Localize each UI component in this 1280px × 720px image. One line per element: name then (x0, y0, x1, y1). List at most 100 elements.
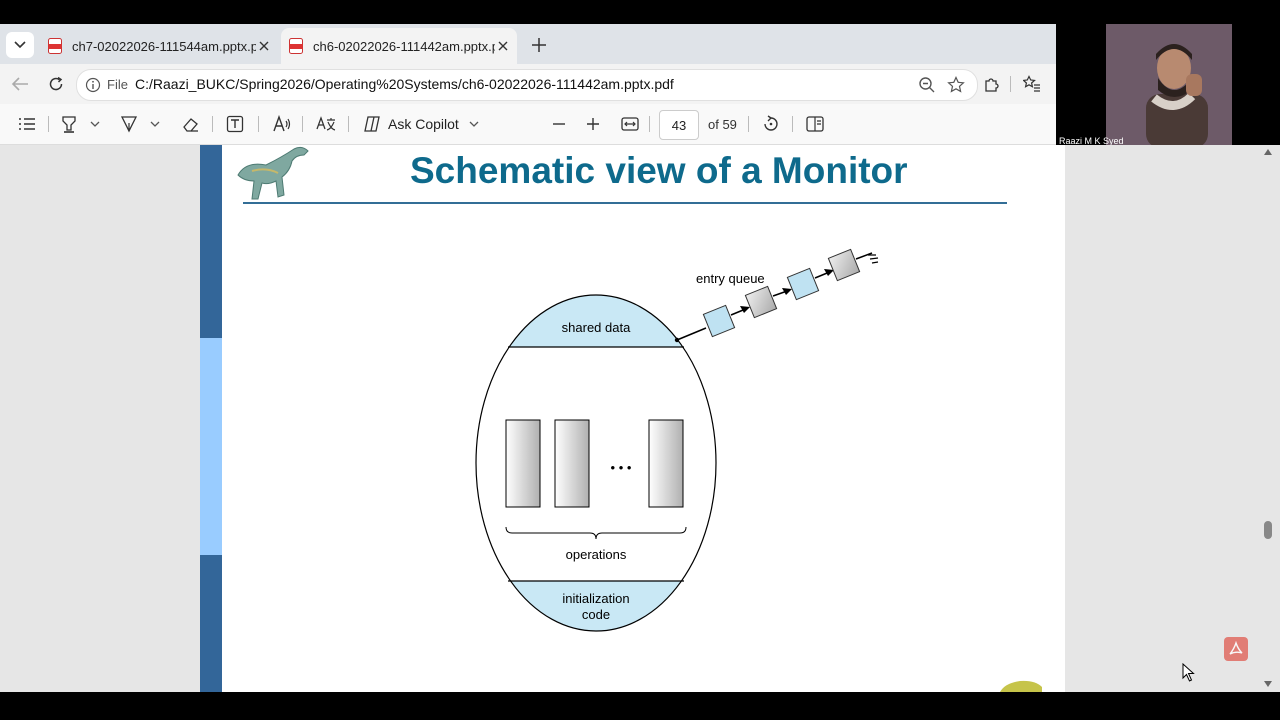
ask-copilot-button[interactable]: Ask Copilot (362, 114, 482, 134)
close-icon (498, 41, 508, 51)
operation-box (505, 419, 541, 508)
operation-box (554, 419, 590, 508)
tab-title: ch7-02022026-111544am.pptx.pdf (72, 38, 256, 54)
chevron-down-icon (469, 121, 479, 127)
monitor-diagram: • • • operations shared data initializat… (475, 248, 1042, 692)
initialization-label: code (582, 607, 610, 622)
plus-icon (532, 38, 546, 52)
operation-box (648, 419, 684, 508)
text-box-icon (226, 115, 244, 133)
highlighter-icon (62, 116, 76, 133)
initialization-label: initialization (562, 591, 629, 606)
info-icon[interactable] (85, 77, 101, 93)
rotate-icon (764, 115, 778, 131)
favorites-list-icon (1023, 75, 1040, 92)
add-text-button[interactable] (224, 114, 246, 134)
queue-process-box (827, 248, 861, 282)
url-text[interactable]: C:/Raazi_BUKC/Spring2026/Operating%20Sys… (135, 76, 674, 92)
arrow-left-icon (11, 77, 28, 91)
scheme-label: File (107, 77, 128, 92)
pdf-file-icon (289, 38, 303, 54)
queue-link (676, 327, 707, 341)
scroll-thumb[interactable] (1264, 521, 1272, 539)
copilot-label: Ask Copilot (388, 116, 459, 132)
pdf-page: Schematic view of a Monitor • • • operat… (200, 145, 1065, 692)
minus-icon (553, 123, 565, 125)
new-tab-button[interactable] (528, 34, 550, 56)
puzzle-icon (985, 78, 999, 92)
fit-width-icon (621, 117, 639, 131)
pdf-toolbar: Ask Copilot 43 of 59 (0, 104, 1056, 145)
chevron-down-icon (14, 41, 26, 49)
tab-actions-button[interactable] (6, 32, 34, 58)
refresh-icon (49, 76, 63, 91)
shared-data-section (476, 295, 716, 347)
zoom-out-button[interactable] (548, 114, 570, 134)
pen-icon (120, 116, 138, 133)
mouse-cursor-icon (1182, 663, 1195, 682)
queue-arrowhead (740, 306, 750, 313)
operations-brace (505, 526, 687, 540)
pdf-viewer[interactable]: Schematic view of a Monitor • • • operat… (0, 145, 1280, 692)
draw-options-button[interactable] (148, 114, 162, 134)
read-aloud-button[interactable] (270, 114, 294, 134)
star-icon (947, 76, 965, 93)
plus-icon (587, 118, 599, 130)
close-tab-button[interactable] (256, 38, 272, 54)
tab-ch7[interactable]: ch7-02022026-111544am.pptx.pdf (40, 28, 278, 64)
copilot-icon (364, 116, 380, 132)
page-number-input[interactable]: 43 (659, 110, 699, 140)
rotate-button[interactable] (760, 114, 782, 134)
highlight-options-button[interactable] (88, 114, 102, 134)
zoom-button[interactable] (917, 75, 937, 95)
fit-to-width-button[interactable] (619, 114, 641, 134)
favorite-button[interactable] (946, 75, 966, 95)
queue-process-box (744, 285, 778, 319)
page-view-button[interactable] (804, 114, 826, 134)
tab-strip: ch7-02022026-111544am.pptx.pdf ch6-02022… (0, 24, 1056, 64)
shared-data-label: shared data (562, 320, 631, 335)
read-aloud-icon (273, 115, 291, 132)
participant-video-image (1146, 44, 1208, 148)
erase-button[interactable] (180, 114, 202, 134)
queue-link (855, 252, 873, 260)
zoom-in-button[interactable] (582, 114, 604, 134)
entry-queue-label: entry queue (696, 271, 765, 286)
extensions-button[interactable] (980, 72, 1004, 96)
queue-arrowhead (824, 269, 834, 276)
tab-title: ch6-02022026-111442am.pptx.pdf (313, 38, 495, 54)
tab-ch6[interactable]: ch6-02022026-111442am.pptx.pdf (281, 28, 517, 64)
draw-button[interactable] (118, 114, 140, 134)
highlight-button[interactable] (58, 114, 80, 134)
screen-top-bar (0, 0, 1280, 24)
close-tab-button[interactable] (495, 38, 511, 54)
back-button[interactable] (8, 72, 32, 96)
scroll-up-button[interactable] (1264, 149, 1272, 155)
video-tile: Raazi M K Syed (1056, 24, 1280, 148)
browser-chrome: ch7-02022026-111544am.pptx.pdf ch6-02022… (0, 24, 1056, 145)
chevron-down-icon (90, 121, 100, 127)
contents-button[interactable] (16, 114, 38, 134)
operations-label: operations (566, 547, 627, 562)
address-bar[interactable]: File C:/Raazi_BUKC/Spring2026/Operating%… (76, 69, 978, 101)
zoom-out-icon (919, 77, 935, 93)
refresh-button[interactable] (44, 72, 68, 96)
list-icon (19, 118, 35, 130)
queue-process-box (786, 267, 820, 301)
translate-button[interactable] (314, 114, 338, 134)
queue-ground-icon (868, 254, 879, 264)
pdf-file-icon (48, 38, 62, 54)
acrobat-icon (1229, 641, 1243, 655)
page-total: of 59 (708, 117, 737, 132)
address-row: File C:/Raazi_BUKC/Spring2026/Operating%… (0, 64, 1056, 104)
acrobat-button[interactable] (1224, 637, 1248, 661)
favorites-button[interactable] (1020, 72, 1044, 96)
page-view-icon (806, 116, 824, 132)
vertical-scrollbar[interactable] (1262, 145, 1274, 692)
scroll-down-button[interactable] (1264, 681, 1272, 687)
operations-ellipsis: • • • (611, 460, 632, 475)
eraser-icon (183, 118, 198, 132)
screen-bottom-bar (0, 692, 1280, 720)
close-icon (259, 41, 269, 51)
dinosaur-corner-icon (1000, 680, 1042, 692)
